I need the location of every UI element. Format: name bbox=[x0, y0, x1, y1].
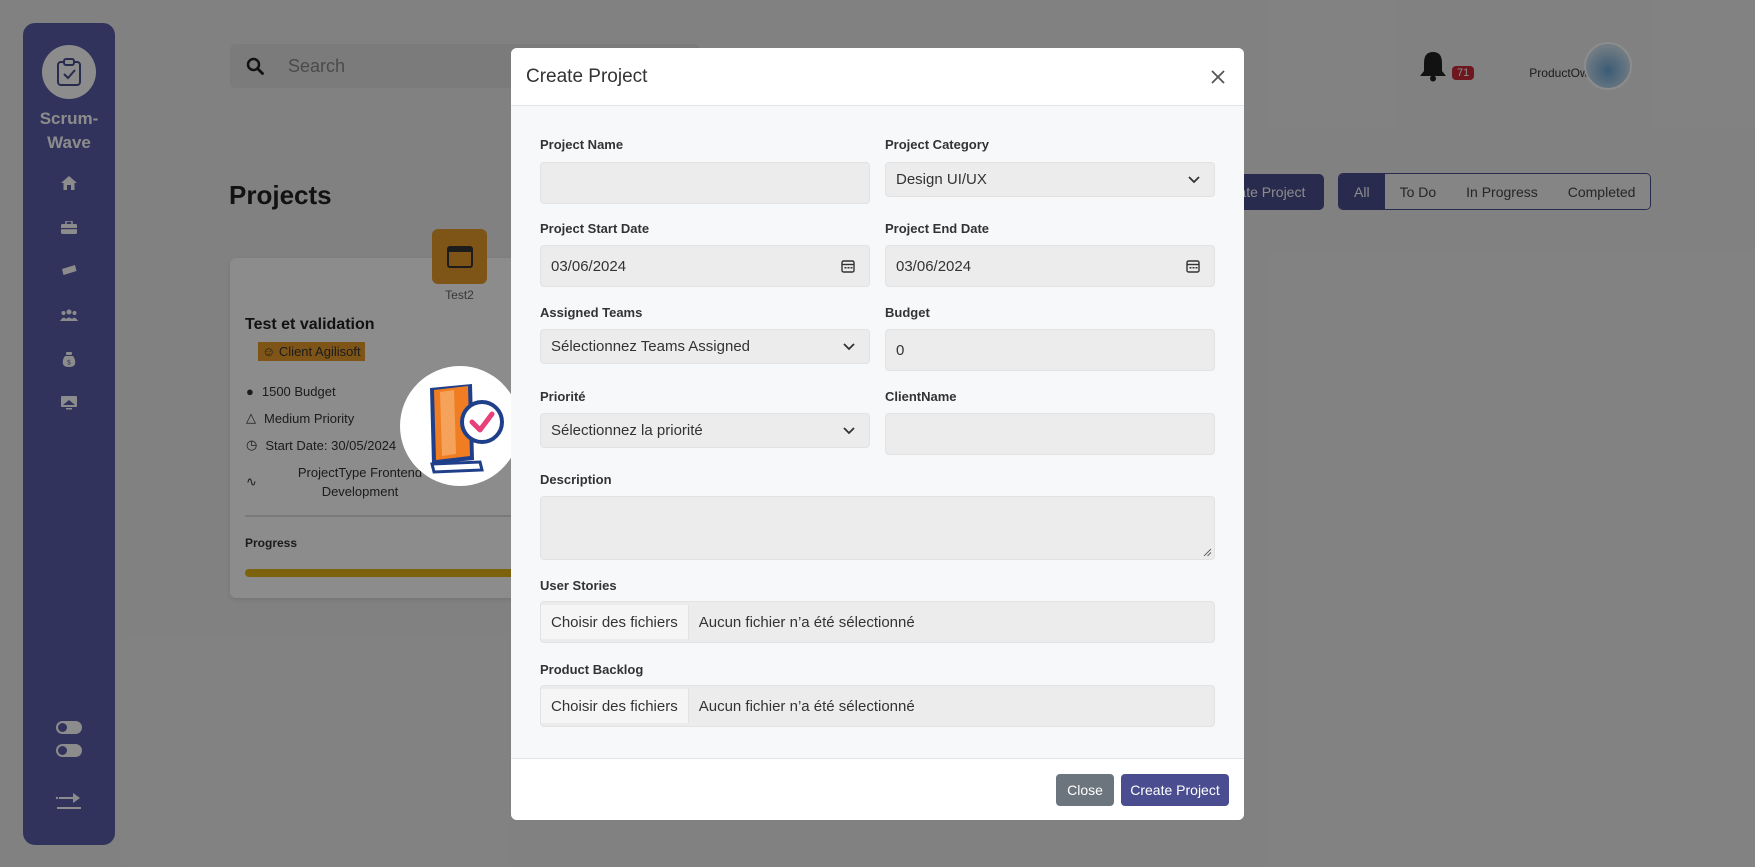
client-name-input[interactable] bbox=[885, 413, 1215, 455]
chevron-down-icon bbox=[843, 342, 855, 350]
teams-select[interactable]: Sélectionnez Teams Assigned bbox=[540, 329, 870, 364]
project-category-select[interactable]: Design UI/UX bbox=[885, 162, 1215, 197]
budget-label: Budget bbox=[885, 305, 930, 320]
close-button[interactable]: Close bbox=[1056, 774, 1114, 806]
modal-title: Create Project bbox=[526, 65, 648, 87]
create-project-modal: Create Project Project Name Project Cate… bbox=[511, 48, 1244, 820]
priority-select[interactable]: Sélectionnez la priorité bbox=[540, 413, 870, 448]
end-date-value: 03/06/2024 bbox=[896, 257, 972, 275]
chevron-down-icon bbox=[1188, 175, 1200, 183]
modal-footer: Close Create Project bbox=[511, 758, 1244, 820]
no-file-text: Aucun fichier n’a été sélectionné bbox=[698, 613, 915, 631]
description-textarea[interactable] bbox=[540, 496, 1215, 560]
budget-input[interactable]: 0 bbox=[885, 329, 1215, 371]
chevron-down-icon bbox=[843, 426, 855, 434]
calendar-icon[interactable] bbox=[1186, 259, 1200, 273]
calendar-icon[interactable] bbox=[841, 259, 855, 273]
book-check-icon bbox=[400, 366, 520, 486]
choose-files-button[interactable]: Choisir des fichiers bbox=[541, 689, 689, 723]
user-stories-file-input[interactable]: Choisir des fichiers Aucun fichier n’a é… bbox=[540, 601, 1215, 643]
end-date-input[interactable]: 03/06/2024 bbox=[885, 245, 1215, 287]
user-stories-label: User Stories bbox=[540, 578, 617, 593]
resize-handle-icon[interactable] bbox=[1203, 548, 1212, 557]
start-date-value: 03/06/2024 bbox=[551, 257, 627, 275]
project-category-value: Design UI/UX bbox=[896, 171, 987, 188]
choose-files-button[interactable]: Choisir des fichiers bbox=[541, 605, 689, 639]
description-label: Description bbox=[540, 472, 612, 487]
project-category-label: Project Category bbox=[885, 137, 990, 152]
end-date-label: Project End Date bbox=[885, 221, 990, 236]
start-date-label: Project Start Date bbox=[540, 221, 650, 236]
project-name-label: Project Name bbox=[540, 137, 624, 152]
create-project-submit-button[interactable]: Create Project bbox=[1121, 774, 1229, 806]
client-name-label: ClientName bbox=[885, 389, 957, 404]
priority-label: Priorité bbox=[540, 389, 586, 404]
teams-label: Assigned Teams bbox=[540, 305, 643, 320]
project-name-input[interactable] bbox=[540, 162, 870, 204]
no-file-text: Aucun fichier n’a été sélectionné bbox=[698, 697, 915, 715]
teams-value: Sélectionnez Teams Assigned bbox=[551, 338, 751, 355]
product-backlog-file-input[interactable]: Choisir des fichiers Aucun fichier n’a é… bbox=[540, 685, 1215, 727]
modal-header: Create Project bbox=[511, 48, 1244, 106]
start-date-input[interactable]: 03/06/2024 bbox=[540, 245, 870, 287]
product-backlog-label: Product Backlog bbox=[540, 662, 644, 677]
close-icon[interactable] bbox=[1207, 66, 1229, 88]
priority-value: Sélectionnez la priorité bbox=[551, 422, 703, 439]
